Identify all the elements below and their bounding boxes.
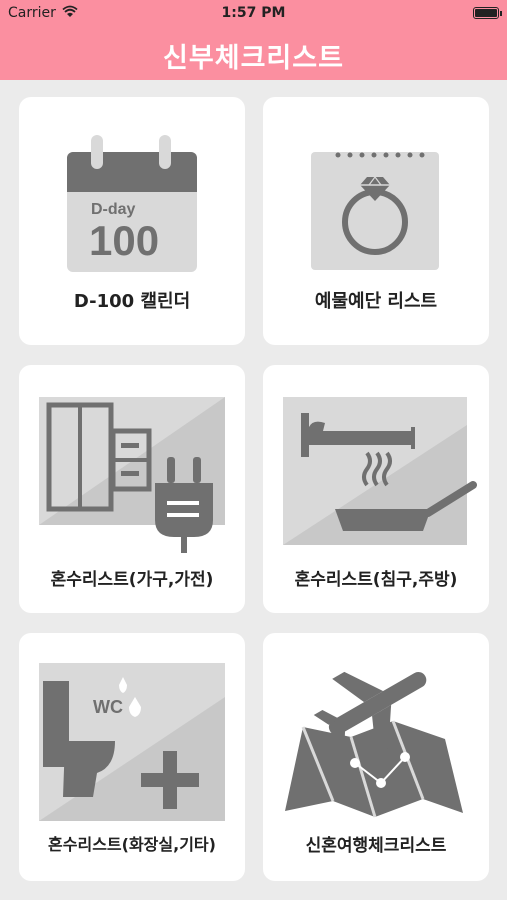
card-honeymoon[interactable]: 신혼여행체크리스트 [263, 633, 489, 881]
card-bedding-kitchen[interactable]: 혼수리스트(침구,주방) [263, 365, 489, 613]
status-bar: Carrier 1:57 PM [0, 0, 507, 28]
card-label: 혼수리스트(가구,가전) [50, 570, 214, 590]
card-d100-calendar[interactable]: D-day 100 D-100 캘린더 [19, 97, 245, 345]
wc-text: WC [93, 697, 123, 717]
card-label: 혼수리스트(화장실,기타) [48, 835, 216, 854]
bed-pan-icon [283, 397, 477, 545]
calendar-dday-text: D-day [91, 201, 136, 218]
calendar-100-text: 100 [89, 217, 159, 264]
card-label: D-100 캘린더 [73, 291, 191, 312]
card-label: 예물예단 리스트 [314, 291, 438, 312]
card-furniture-appliance[interactable]: 혼수리스트(가구,가전) [19, 365, 245, 613]
page-title: 신부체크리스트 [163, 43, 344, 74]
ring-icon [311, 152, 439, 270]
calendar-icon: D-day 100 [67, 135, 197, 272]
battery-icon [473, 7, 499, 19]
nav-bar: 신부체크리스트 [0, 28, 507, 80]
card-label: 혼수리스트(침구,주방) [294, 570, 458, 590]
card-gift-list[interactable]: 예물예단 리스트 [263, 97, 489, 345]
airplane-map-icon [285, 671, 463, 818]
status-time: 1:57 PM [221, 5, 286, 21]
card-bathroom-etc[interactable]: WC 혼수리스트(화장실,기타) [19, 633, 245, 881]
furniture-appliance-icon [39, 397, 225, 553]
battery-tip [500, 11, 502, 16]
toilet-plus-icon: WC [39, 663, 225, 821]
card-label: 신혼여행체크리스트 [305, 836, 447, 856]
